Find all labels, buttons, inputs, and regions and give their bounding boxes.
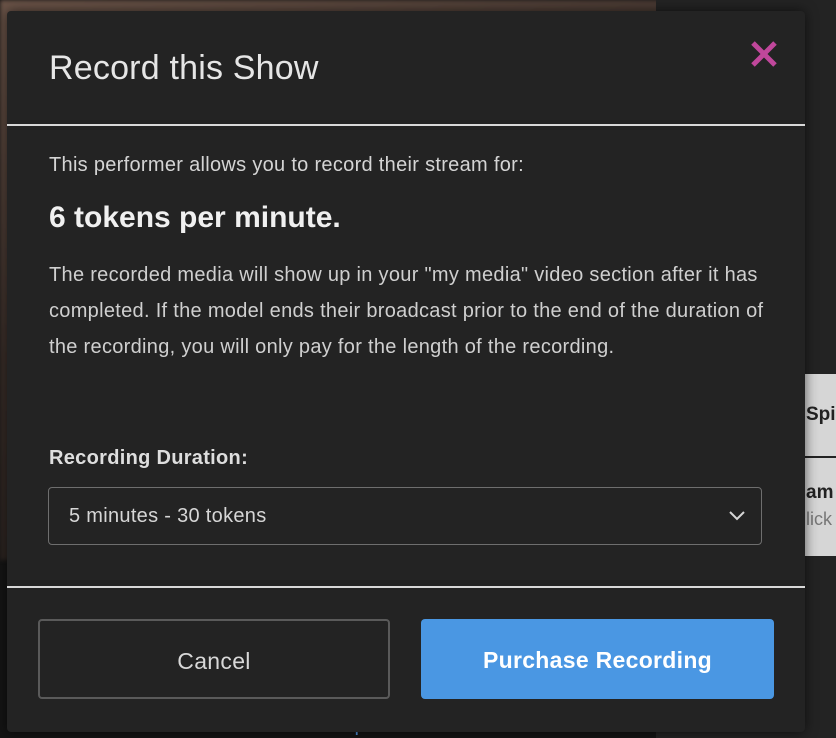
background-card: Spi (804, 374, 836, 456)
recording-duration-select[interactable]: 5 minutes - 30 tokens (48, 487, 762, 545)
background-card-title: Spi (806, 404, 836, 425)
recording-description: The recorded media will show up in your … (49, 264, 764, 358)
record-show-modal: Record this Show This performer allows y… (7, 11, 805, 732)
close-button[interactable] (747, 37, 781, 71)
page: mokyy nkni mbi Spi am lick Unfollow Shar… (0, 0, 836, 738)
footer-divider (7, 586, 805, 588)
price-per-minute: 6 tokens per minute. (49, 201, 341, 234)
background-card-title: am (806, 482, 834, 503)
recording-duration-value: 5 minutes - 30 tokens (69, 505, 267, 527)
close-x-icon (751, 41, 777, 67)
header-divider (7, 124, 805, 126)
intro-text: This performer allows you to record thei… (49, 154, 524, 176)
background-card-subtitle: lick (806, 509, 832, 529)
chevron-down-icon (729, 511, 745, 521)
cancel-button[interactable]: Cancel (38, 619, 390, 699)
modal-title: Record this Show (49, 49, 319, 87)
purchase-recording-button[interactable]: Purchase Recording (421, 619, 774, 699)
recording-duration-label: Recording Duration: (49, 447, 249, 469)
background-card: am lick (804, 458, 836, 556)
